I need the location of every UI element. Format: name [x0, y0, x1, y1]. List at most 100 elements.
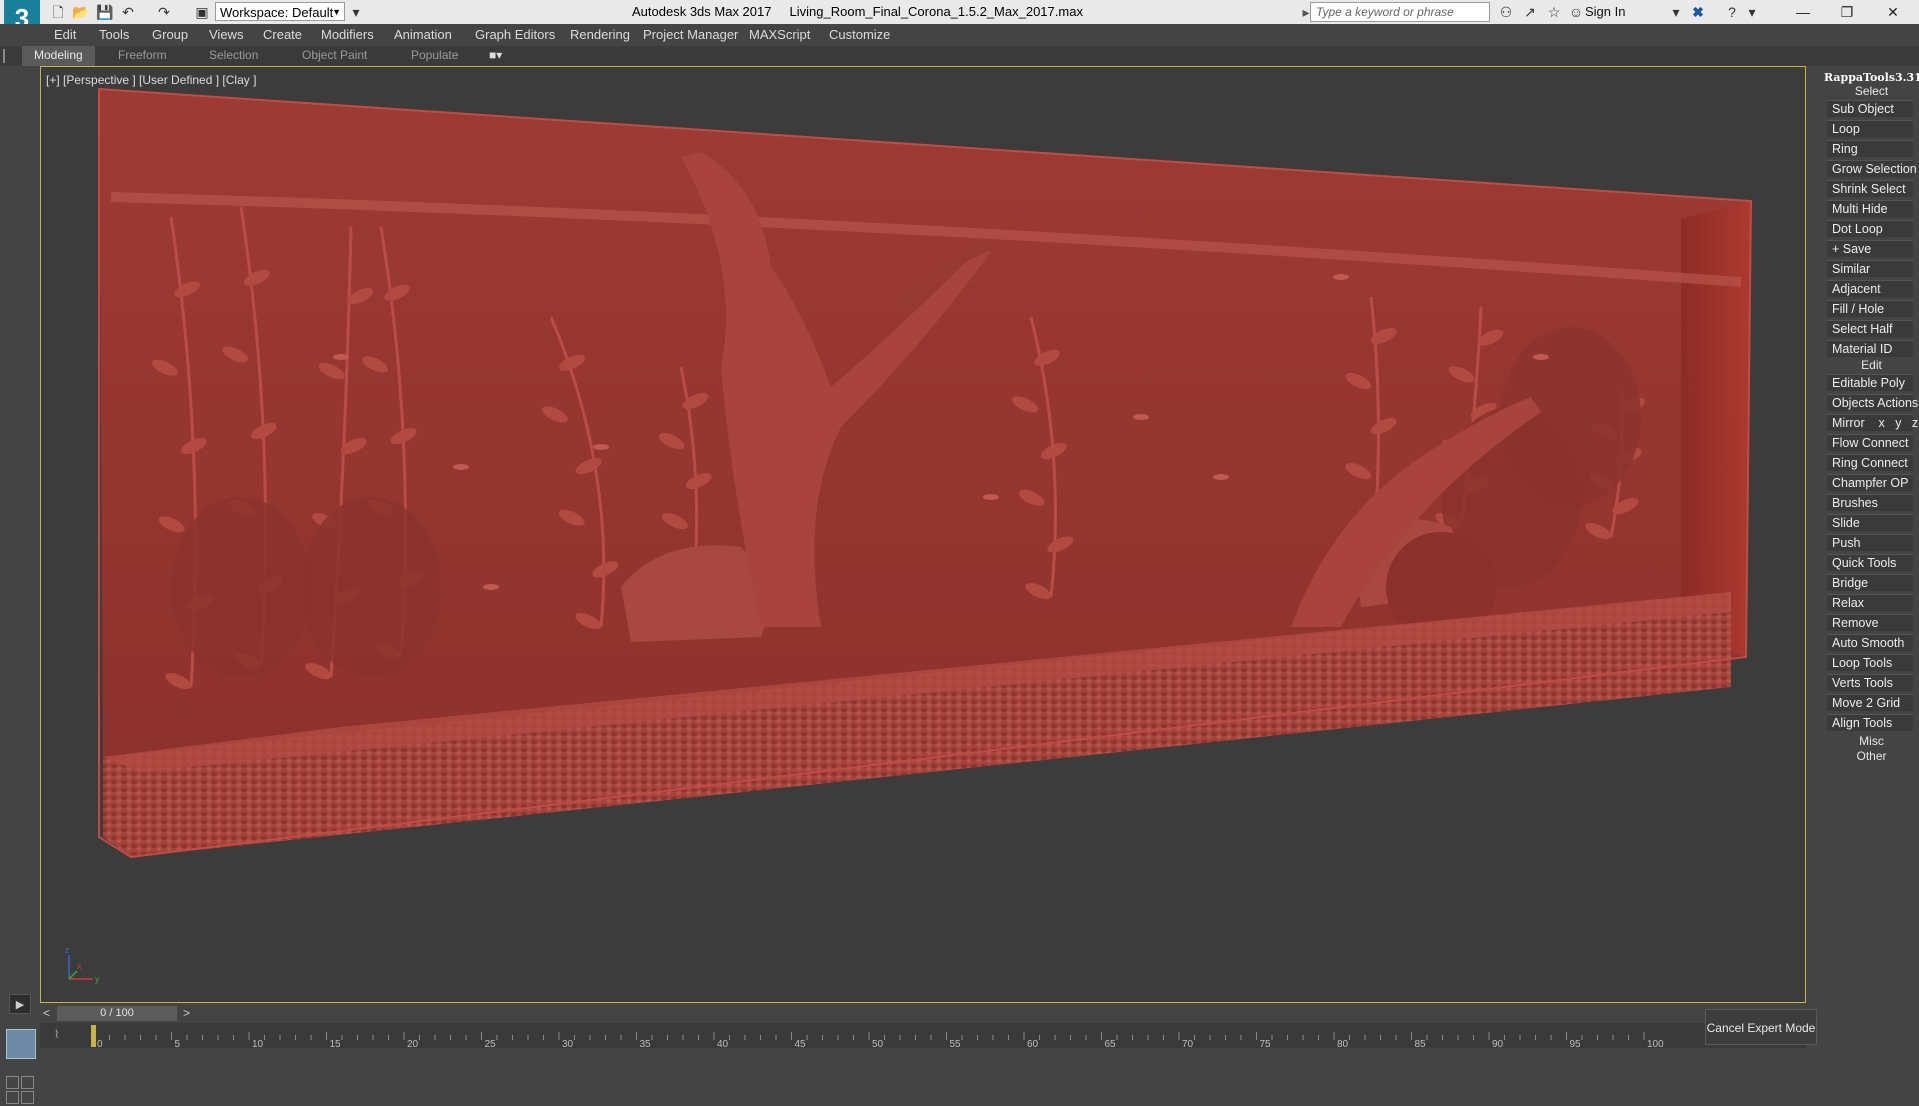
rappa-fill-hole-button[interactable]: Fill / Hole [1827, 300, 1913, 317]
rappa-ring-button[interactable]: Ring [1827, 140, 1913, 157]
rappa-relax-button[interactable]: Relax [1827, 594, 1913, 611]
title-bar: 3 🗋 📂 💾 ↶ ↷ ▣ Workspace: Default ▼ ▾ Aut… [0, 0, 1919, 44]
rappa-dot-loop-button[interactable]: Dot Loop [1827, 220, 1913, 237]
rappa-brushes-button[interactable]: Brushes [1827, 494, 1913, 511]
menu-modifiers[interactable]: Modifiers [321, 27, 374, 42]
tab-modeling[interactable]: Modeling [22, 46, 95, 66]
ruler-label: 80 [1337, 1039, 1349, 1048]
next-frame-button[interactable]: > [183, 1006, 190, 1020]
section-other[interactable]: Other [1824, 749, 1919, 763]
tab-populate[interactable]: Populate [411, 46, 458, 66]
ruler-label: 90 [1492, 1039, 1504, 1048]
rappa-align-tools-button[interactable]: Align Tools [1827, 714, 1913, 731]
menu-group[interactable]: Group [152, 27, 188, 42]
ruler-label: 60 [1027, 1039, 1039, 1048]
binoculars-icon[interactable]: ⚇ [1498, 4, 1514, 20]
menu-rendering[interactable]: Rendering [570, 27, 630, 42]
ribbon-options-icon[interactable]: ■▾ [489, 46, 502, 66]
fern-bush [171, 497, 311, 677]
minimize-button[interactable]: — [1783, 0, 1823, 24]
rappa-loop-button[interactable]: Loop [1827, 120, 1913, 137]
menu-edit[interactable]: Edit [54, 27, 76, 42]
menu-tools[interactable]: Tools [99, 27, 129, 42]
rappa-adjacent-button[interactable]: Adjacent [1827, 280, 1913, 297]
section-select[interactable]: Select [1824, 84, 1919, 98]
menu-customize[interactable]: Customize [829, 27, 890, 42]
user-icon: ☺ [1568, 4, 1584, 20]
ruler-label: 25 [485, 1039, 497, 1048]
rappa-bridge-button[interactable]: Bridge [1827, 574, 1913, 591]
rappa-auto-smooth-button[interactable]: Auto Smooth [1827, 634, 1913, 651]
rappa-verts-tools-button[interactable]: Verts Tools [1827, 674, 1913, 691]
viewport-label[interactable]: [+] [Perspective ] [User Defined ] [Clay… [46, 73, 256, 87]
tab-freeform[interactable]: Freeform [118, 46, 167, 66]
ruler-label: 95 [1570, 1039, 1582, 1048]
viewport-layout-tile[interactable] [6, 1029, 36, 1059]
workspace-dropdown[interactable]: Workspace: Default ▼ [215, 2, 345, 21]
time-slider-handle[interactable]: 0 / 100 [57, 1006, 177, 1021]
open-file-icon[interactable]: 📂 [72, 4, 89, 20]
restore-button[interactable]: ❐ [1827, 0, 1867, 24]
help-dropdown-icon[interactable]: ▾ [1744, 4, 1760, 20]
undo-icon[interactable]: ↶ [120, 4, 136, 20]
rappa-ring-connect-button[interactable]: Ring Connect [1827, 454, 1913, 471]
rappa-sub-object-button[interactable]: Sub Object [1827, 100, 1913, 117]
sign-in-button[interactable]: Sign In [1585, 4, 1625, 19]
help-icon[interactable]: ? [1724, 4, 1740, 20]
menu-project-manager[interactable]: Project Manager [643, 27, 738, 42]
rappa-slide-button[interactable]: Slide [1827, 514, 1913, 531]
workspace-label: Workspace: Default [220, 5, 334, 20]
close-button[interactable]: ✕ [1873, 0, 1913, 24]
rappa-grow-selection-button[interactable]: Grow Selection [1827, 160, 1917, 177]
section-misc[interactable]: Misc [1824, 734, 1919, 748]
rappa-objects-actions-button[interactable]: Objects Actions [1827, 394, 1918, 411]
previous-frame-button[interactable]: < [43, 1006, 50, 1020]
rappa-remove-button[interactable]: Remove [1827, 614, 1913, 631]
menu-create[interactable]: Create [263, 27, 302, 42]
viewport-layout-quad-icon[interactable] [6, 1076, 36, 1106]
new-file-icon[interactable]: 🗋 [50, 4, 66, 20]
tab-selection[interactable]: Selection [209, 46, 258, 66]
rappa-push-button[interactable]: Push [1827, 534, 1913, 551]
quick-access-menu-icon[interactable]: ▾ [348, 4, 364, 20]
rappa-editable-poly-button[interactable]: Editable Poly [1827, 374, 1913, 391]
ruler-label: 100 [1647, 1039, 1664, 1048]
track-bar[interactable]: 0 5 10 15 20 25 30 35 40 45 50 55 60 65 70 75 80 85 90 95 10… [40, 1023, 1806, 1048]
rappa-multi-hide-button[interactable]: Multi Hide [1827, 200, 1913, 217]
menu-maxscript[interactable]: MAXScript [749, 27, 810, 42]
exchange-apps-icon[interactable]: ✖ [1690, 4, 1706, 20]
rappa-material-id-button[interactable]: Material ID [1827, 340, 1913, 357]
rappa-shrink-select-button[interactable]: Shrink Select [1827, 180, 1913, 197]
rappa-flow-connect-button[interactable]: Flow Connect [1827, 434, 1913, 451]
tab-object-paint[interactable]: Object Paint [302, 46, 367, 66]
curve-editor-icon[interactable]: ⌇ [54, 1028, 59, 1041]
rappa-loop-tools-button[interactable]: Loop Tools [1827, 654, 1913, 671]
section-edit[interactable]: Edit [1824, 358, 1919, 372]
rappa-save-button[interactable]: + Save [1827, 240, 1913, 257]
sign-in-dropdown-icon[interactable]: ▾ [1668, 4, 1684, 20]
current-frame-marker[interactable] [91, 1025, 96, 1047]
time-slider[interactable]: < 0 / 100 > [40, 1005, 1806, 1023]
rappa-champfer-op-button[interactable]: Champfer OP [1827, 474, 1913, 491]
ruler-label: 15 [330, 1039, 342, 1048]
menu-views[interactable]: Views [209, 27, 243, 42]
communication-center-icon[interactable]: ↗ [1522, 4, 1538, 20]
rappa-quick-tools-button[interactable]: Quick Tools [1827, 554, 1913, 571]
rappa-mirror-x-y-z-button[interactable]: Mirror x y z [1827, 414, 1918, 431]
ribbon-grip-icon[interactable] [3, 49, 9, 63]
project-folder-icon[interactable]: ▣ [194, 4, 210, 20]
rappa-similar-button[interactable]: Similar [1827, 260, 1913, 277]
search-input[interactable]: Type a keyword or phrase [1310, 2, 1490, 22]
rappa-select-half-button[interactable]: Select Half [1827, 320, 1913, 337]
ruler-label: 45 [795, 1039, 807, 1048]
rappa-move-2-grid-button[interactable]: Move 2 Grid [1827, 694, 1913, 711]
play-icon[interactable]: ▶ [9, 994, 31, 1014]
ruler-label: 75 [1260, 1039, 1272, 1048]
save-file-icon[interactable]: 💾 [96, 4, 113, 20]
favorites-star-icon[interactable]: ☆ [1546, 4, 1562, 20]
menu-animation[interactable]: Animation [394, 27, 452, 42]
redo-icon[interactable]: ↷ [156, 4, 172, 20]
perspective-viewport[interactable]: [+] [Perspective ] [User Defined ] [Clay… [40, 66, 1806, 1003]
menu-graph-editors[interactable]: Graph Editors [475, 27, 555, 42]
cancel-expert-mode-button[interactable]: Cancel Expert Mode [1705, 1009, 1817, 1045]
